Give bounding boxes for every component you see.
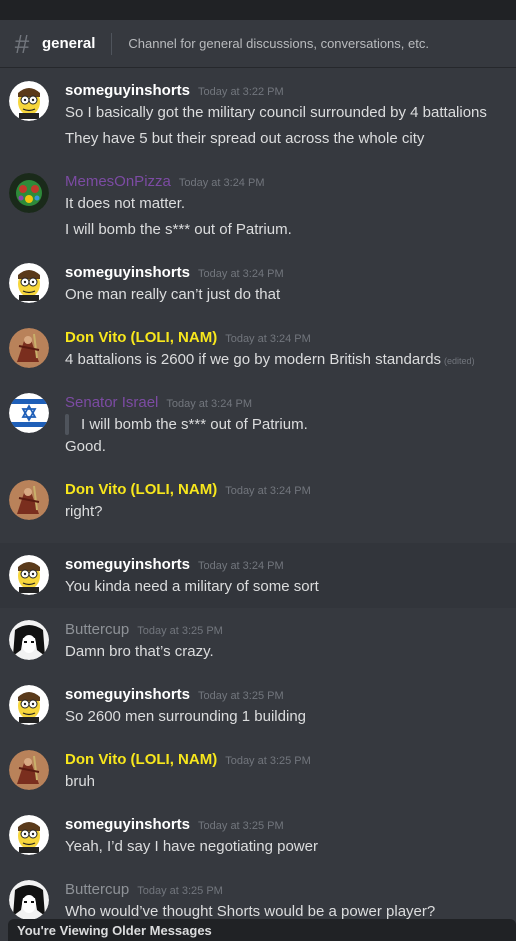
title-strip xyxy=(0,0,516,20)
avatar[interactable] xyxy=(9,750,49,790)
pizza-avatar-icon xyxy=(9,173,49,213)
timestamp: Today at 3:25 PM xyxy=(137,625,223,637)
message-text: One man really can’t just do that xyxy=(65,286,281,303)
timestamp: Today at 3:25 PM xyxy=(225,755,311,767)
timestamp: Today at 3:25 PM xyxy=(137,885,223,897)
message-group[interactable]: Buttercup Today at 3:25 PM Damn bro that’… xyxy=(0,608,516,673)
avatar[interactable] xyxy=(9,81,49,121)
simpson-avatar-icon xyxy=(9,815,49,855)
message-group[interactable]: someguyinshorts Today at 3:25 PM So 2600 … xyxy=(0,673,516,738)
avatar[interactable] xyxy=(9,173,49,213)
message-group[interactable]: someguyinshorts Today at 3:25 PM Yeah, I’… xyxy=(0,803,516,868)
message-text: It does not matter. xyxy=(65,195,186,212)
author-name[interactable]: someguyinshorts Today at 3:25 PM xyxy=(65,686,284,703)
older-messages-banner[interactable]: You're Viewing Older Messages xyxy=(8,919,516,941)
message-group[interactable]: someguyinshorts Today at 3:24 PM One man … xyxy=(0,251,516,316)
author-name[interactable]: someguyinshorts Today at 3:22 PM xyxy=(65,82,284,99)
avatar[interactable] xyxy=(9,815,49,855)
quote-bar xyxy=(65,414,69,435)
author-name[interactable]: Buttercup Today at 3:25 PM xyxy=(65,881,223,898)
manga-avatar-icon xyxy=(9,620,49,660)
message-text: So 2600 men surrounding 1 building xyxy=(65,708,307,725)
avatar[interactable] xyxy=(9,685,49,725)
avatar[interactable] xyxy=(9,620,49,660)
message-text: You kinda need a military of some sort xyxy=(65,578,319,595)
channel-name[interactable]: general xyxy=(42,35,95,52)
avatar[interactable] xyxy=(9,480,49,520)
message-text: Good. xyxy=(65,438,106,455)
israel-flag-avatar-icon xyxy=(9,393,49,433)
author-name[interactable]: Don Vito (LOLI, NAM) Today at 3:24 PM xyxy=(65,481,311,498)
timestamp: Today at 3:24 PM xyxy=(198,268,284,280)
timestamp: Today at 3:24 PM xyxy=(225,485,311,497)
message-text: They have 5 but their spread out across … xyxy=(65,130,425,147)
message-group[interactable]: Senator Israel Today at 3:24 PM I will bo… xyxy=(0,381,516,468)
timestamp: Today at 3:24 PM xyxy=(178,177,265,189)
author-name[interactable]: Senator Israel Today at 3:24 PM xyxy=(65,394,252,411)
message-text: 4 battalions is 2600 if we go by modern … xyxy=(65,351,475,368)
timestamp: Today at 3:24 PM xyxy=(166,398,252,410)
hash-icon: # xyxy=(14,28,30,59)
manga-avatar-icon xyxy=(9,880,49,920)
simpson-avatar-icon xyxy=(9,685,49,725)
message-text: Who would’ve thought Shorts would be a p… xyxy=(65,903,436,920)
timestamp: Today at 3:22 PM xyxy=(198,86,284,98)
channel-topic[interactable]: Channel for general discussions, convers… xyxy=(128,36,429,51)
avatar[interactable] xyxy=(9,328,49,368)
message-group[interactable]: Don Vito (LOLI, NAM) Today at 3:24 PM 4 b… xyxy=(0,316,516,381)
warrior-avatar-icon xyxy=(9,480,49,520)
simpson-avatar-icon xyxy=(9,81,49,121)
header-divider xyxy=(111,32,113,55)
avatar[interactable] xyxy=(9,263,49,303)
message-group[interactable]: someguyinshorts Today at 3:22 PM So I bas… xyxy=(0,69,516,160)
edited-tag: (edited) xyxy=(444,356,475,366)
author-name[interactable]: Don Vito (LOLI, NAM) Today at 3:24 PM xyxy=(65,329,311,346)
warrior-avatar-icon xyxy=(9,328,49,368)
channel-header: # general Channel for general discussion… xyxy=(0,20,516,68)
message-group[interactable]: MemesOnPizza Today at 3:24 PM It does not… xyxy=(0,160,516,251)
message-text: bruh xyxy=(65,773,96,790)
message-group[interactable]: Don Vito (LOLI, NAM) Today at 3:25 PM bru… xyxy=(0,738,516,803)
message-list[interactable]: someguyinshorts Today at 3:22 PM So I bas… xyxy=(0,69,516,920)
avatar[interactable] xyxy=(9,555,49,595)
author-name[interactable]: someguyinshorts Today at 3:24 PM xyxy=(65,556,284,573)
simpson-avatar-icon xyxy=(9,555,49,595)
author-name[interactable]: someguyinshorts Today at 3:25 PM xyxy=(65,816,284,833)
author-name[interactable]: Don Vito (LOLI, NAM) Today at 3:25 PM xyxy=(65,751,311,768)
timestamp: Today at 3:25 PM xyxy=(198,690,284,702)
avatar[interactable] xyxy=(9,393,49,433)
message-text: I will bomb the s*** out of Patrium. xyxy=(65,221,292,238)
message-text: Yeah, I’d say I have negotiating power xyxy=(65,838,318,855)
quoted-text: I will bomb the s*** out of Patrium. xyxy=(81,416,308,433)
message-text: Damn bro that’s crazy. xyxy=(65,643,214,660)
simpson-avatar-icon xyxy=(9,263,49,303)
message-text: right? xyxy=(65,503,103,520)
timestamp: Today at 3:25 PM xyxy=(198,820,284,832)
author-name[interactable]: someguyinshorts Today at 3:24 PM xyxy=(65,264,284,281)
timestamp: Today at 3:24 PM xyxy=(225,333,311,345)
avatar[interactable] xyxy=(9,880,49,920)
message-group[interactable]: Don Vito (LOLI, NAM) Today at 3:24 PM rig… xyxy=(0,468,516,543)
warrior-avatar-icon xyxy=(9,750,49,790)
author-name[interactable]: Buttercup Today at 3:25 PM xyxy=(65,621,223,638)
timestamp: Today at 3:24 PM xyxy=(198,560,284,572)
message-group[interactable]: someguyinshorts Today at 3:24 PM You kind… xyxy=(0,543,516,608)
message-group[interactable]: Buttercup Today at 3:25 PM Who would’ve t… xyxy=(0,868,516,920)
author-name[interactable]: MemesOnPizza Today at 3:24 PM xyxy=(65,173,264,190)
message-text: So I basically got the military council … xyxy=(65,104,487,121)
